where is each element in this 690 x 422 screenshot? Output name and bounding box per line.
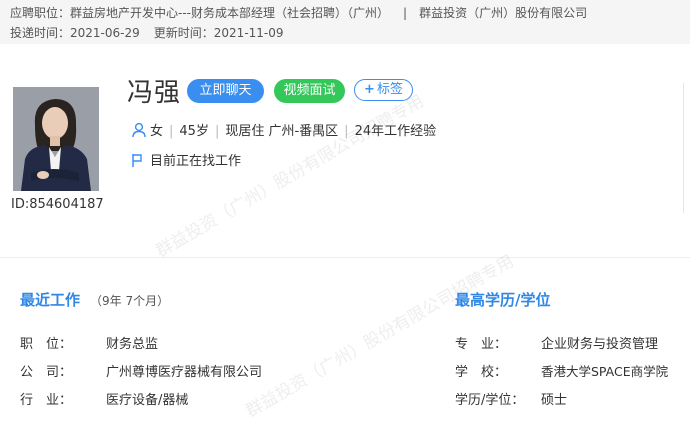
edu-degree-label: 学历/学位： xyxy=(455,393,525,408)
residence: 现居住 广州-番禺区 xyxy=(225,124,339,139)
work-position-label: 职 位： xyxy=(20,337,73,352)
applied-position-row: 应聘职位：群益房地产开发中心---财务成本部经理（社会招聘）（广州） | 群益投资（… xyxy=(10,4,587,21)
time-row: 投递时间：2021-06-29 更新时间：2021-11-09 xyxy=(10,24,284,41)
divider: | xyxy=(169,124,174,139)
position-value: 群益房地产开发中心---财务成本部经理（社会招聘）（广州） xyxy=(70,6,390,20)
company-name: 群益投资（广州）股份有限公司 xyxy=(419,6,588,20)
edu-major-value: 企业财务与投资管理 xyxy=(541,337,659,352)
candidate-name: 冯强 xyxy=(127,78,182,108)
flag-icon xyxy=(131,154,150,169)
video-interview-button[interactable]: 视频面试 xyxy=(274,79,345,103)
plus-icon: + xyxy=(364,82,375,97)
candidate-id: ID:854604187 xyxy=(11,197,104,212)
edu-school-value: 香港大学SPACE商学院 xyxy=(541,364,669,379)
edu-degree-value: 硕士 xyxy=(541,393,568,408)
chat-now-button[interactable]: 立即聊天 xyxy=(187,79,264,103)
application-info-bar: 应聘职位：群益房地产开发中心---财务成本部经理（社会招聘）（广州） | 群益投资（… xyxy=(0,0,690,44)
work-company-value: 广州尊博医疗器械有限公司 xyxy=(106,365,263,380)
recent-work-section: 最近工作 （9年 7个月） xyxy=(20,289,169,310)
education-title: 最高学历/学位 xyxy=(455,291,551,309)
update-time: 2021-11-09 xyxy=(213,26,284,40)
update-label: 更新时间： xyxy=(153,26,214,40)
separator: | xyxy=(403,6,408,20)
divider: | xyxy=(214,124,220,139)
tag-label: 标签 xyxy=(376,82,403,97)
person-icon xyxy=(131,122,150,139)
work-industry-value: 医疗设备/器械 xyxy=(106,393,189,408)
job-status-row: 目前正在找工作 xyxy=(131,150,241,169)
basic-info-row: 女 | 45岁 | 现居住 广州-番禺区 | 24年工作经验 xyxy=(131,120,436,139)
position-label: 应聘职位： xyxy=(10,6,71,20)
age: 45岁 xyxy=(179,124,209,139)
job-status: 目前正在找工作 xyxy=(150,154,242,169)
divider: | xyxy=(344,124,349,139)
work-industry-label: 行 业： xyxy=(20,393,73,408)
delivery-label: 投递时间： xyxy=(10,26,71,40)
recent-work-title: 最近工作 xyxy=(20,291,81,309)
work-experience: 24年工作经验 xyxy=(354,124,437,139)
section-divider xyxy=(0,257,690,258)
recent-work-duration: （9年 7个月） xyxy=(90,294,170,308)
gender: 女 xyxy=(150,124,164,139)
education-section: 最高学历/学位 xyxy=(455,289,550,310)
work-company-label: 公 司： xyxy=(20,365,73,380)
watermark: 群益投资（广州）股份有限公司招聘专用 xyxy=(152,91,428,262)
delivery-time: 2021-06-29 xyxy=(70,26,140,40)
add-tag-button[interactable]: + 标签 xyxy=(354,79,413,101)
right-divider xyxy=(683,83,684,213)
edu-major-label: 专 业： xyxy=(455,337,508,352)
edu-school-label: 学 校： xyxy=(455,365,508,380)
candidate-photo xyxy=(13,87,99,191)
work-position-value: 财务总监 xyxy=(106,337,159,352)
